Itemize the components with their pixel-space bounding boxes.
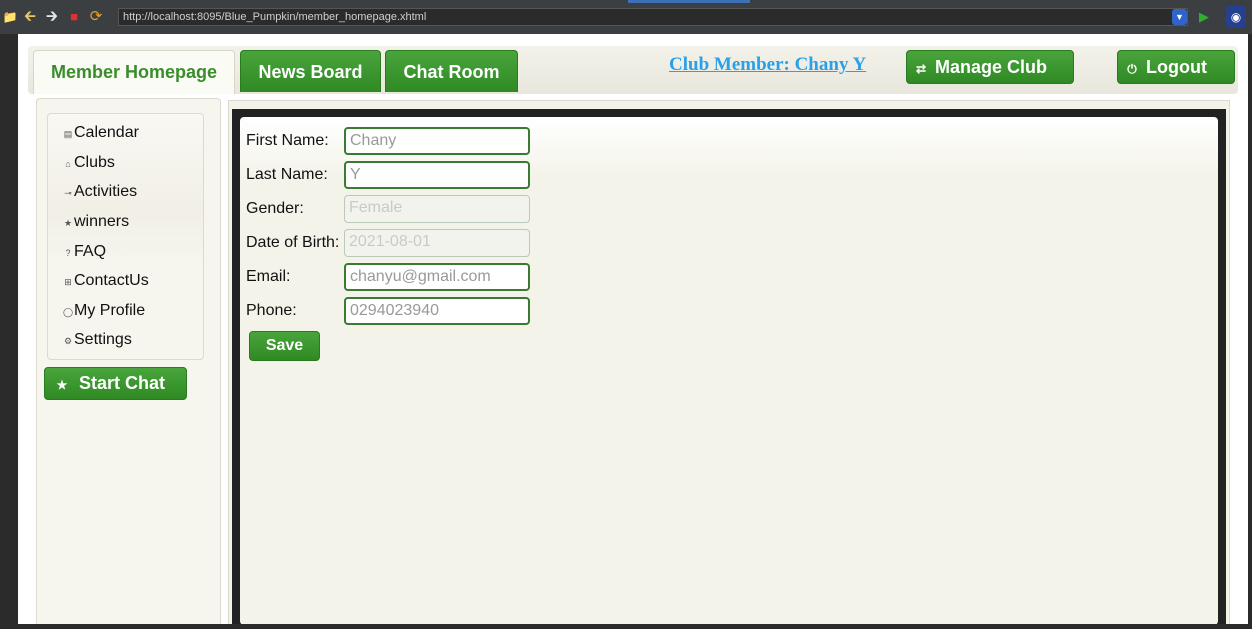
folder-icon[interactable]: 📁	[2, 9, 18, 25]
phone-label: Phone:	[246, 302, 297, 319]
email-label: Email:	[246, 268, 291, 285]
profile-form: First Name: Chany Last Name: Y Gender: F…	[240, 117, 1218, 624]
logout-label: Logout	[1146, 57, 1207, 77]
logout-button[interactable]: ⏻ Logout	[1117, 50, 1235, 84]
gear-icon: ⚙	[63, 336, 73, 346]
start-chat-label: Start Chat	[79, 373, 166, 393]
email-field[interactable]: chanyu@gmail.com	[344, 263, 530, 291]
sidebar-item-label: My Profile	[74, 302, 146, 319]
main-content: First Name: Chany Last Name: Y Gender: F…	[228, 100, 1230, 624]
start-chat-button[interactable]: ★ Start Chat	[44, 367, 187, 400]
stop-icon[interactable]: ■	[66, 9, 82, 25]
phone-field[interactable]: 0294023940	[344, 297, 530, 325]
person-icon: ◯	[62, 307, 74, 317]
sidebar-item-label: FAQ	[74, 243, 107, 260]
sidebar-item-winners[interactable]: ★ winners	[62, 212, 129, 232]
tab-label: Chat Room	[403, 62, 500, 82]
sidebar-item-faq[interactable]: ? FAQ	[62, 242, 106, 262]
date-of-birth-label: Date of Birth:	[246, 234, 340, 251]
forward-arrow-icon[interactable]: 🡲	[44, 9, 60, 25]
sidebar-item-label: Clubs	[74, 154, 115, 171]
power-icon: ⏻	[1127, 62, 1137, 76]
manage-club-button[interactable]: ⇄ Manage Club	[906, 50, 1074, 84]
swap-icon: ⇄	[915, 62, 927, 76]
pin-icon: ⊸	[64, 188, 72, 198]
sidebar-item-my-profile[interactable]: ◯My Profile	[62, 301, 145, 321]
star-icon: ★	[63, 218, 73, 228]
star-icon: ★	[56, 378, 68, 392]
browser-toolbar: 📁 🡰 🡲 ■ ⟳ http://localhost:8095/Blue_Pum…	[0, 0, 1252, 34]
last-name-label: Last Name:	[246, 166, 328, 183]
contact-icon: ⊞	[64, 277, 72, 287]
globe-icon[interactable]: ◉	[1226, 6, 1246, 28]
content-border: First Name: Chany Last Name: Y Gender: F…	[232, 109, 1226, 624]
home-icon: ⌂	[65, 159, 71, 169]
first-name-label: First Name:	[246, 132, 329, 149]
calendar-icon: ▤	[63, 129, 73, 139]
gender-field: Female	[344, 195, 530, 223]
editor-gutter	[0, 34, 18, 629]
date-of-birth-field: 2021-08-01	[344, 229, 530, 257]
club-member-link[interactable]: Club Member: Chany Y	[669, 54, 866, 76]
url-input[interactable]: http://localhost:8095/Blue_Pumpkin/membe…	[118, 8, 1188, 26]
first-name-field[interactable]: Chany	[344, 127, 530, 155]
sidebar-item-clubs[interactable]: ⌂ Clubs	[62, 153, 115, 173]
sidebar-item-label: Activities	[74, 183, 138, 200]
gender-label: Gender:	[246, 200, 304, 217]
tab-chat-room[interactable]: Chat Room	[385, 50, 518, 92]
tab-member-homepage[interactable]: Member Homepage	[33, 50, 235, 94]
sidebar-item-label: Calendar	[74, 124, 139, 141]
tab-label: News Board	[258, 62, 363, 82]
save-button[interactable]: Save	[249, 331, 320, 361]
chevron-down-icon[interactable]: ▼	[1172, 9, 1187, 25]
sidebar-item-label: ContactUs	[74, 272, 149, 289]
manage-club-label: Manage Club	[935, 57, 1048, 77]
editor-gutter-right	[1248, 34, 1252, 629]
sidebar-item-activities[interactable]: ⊸ Activities	[62, 182, 137, 202]
go-icon[interactable]: ▶	[1199, 9, 1213, 25]
last-name-field[interactable]: Y	[344, 161, 530, 189]
help-icon: ?	[65, 248, 71, 258]
sidebar-item-label: Settings	[74, 331, 132, 348]
tab-news-board[interactable]: News Board	[240, 50, 381, 92]
sidebar-item-settings[interactable]: ⚙ Settings	[62, 330, 132, 350]
sidebar-menu: ▤ Calendar ⌂ Clubs ⊸ Activities ★ winners ? F…	[47, 113, 204, 360]
refresh-icon[interactable]: ⟳	[88, 9, 104, 25]
sidebar-item-calendar[interactable]: ▤ Calendar	[62, 123, 139, 143]
tab-label: Member Homepage	[50, 62, 218, 82]
sidebar-item-label: winners	[74, 213, 130, 230]
sidebar: ▤ Calendar ⌂ Clubs ⊸ Activities ★ winners ? F…	[36, 98, 221, 624]
back-arrow-icon[interactable]: 🡰	[22, 9, 38, 25]
tab-indicator	[628, 0, 750, 3]
page: Member Homepage News Board Chat Room Clu…	[18, 34, 1248, 624]
sidebar-item-contactus[interactable]: ⊞ ContactUs	[62, 271, 149, 291]
